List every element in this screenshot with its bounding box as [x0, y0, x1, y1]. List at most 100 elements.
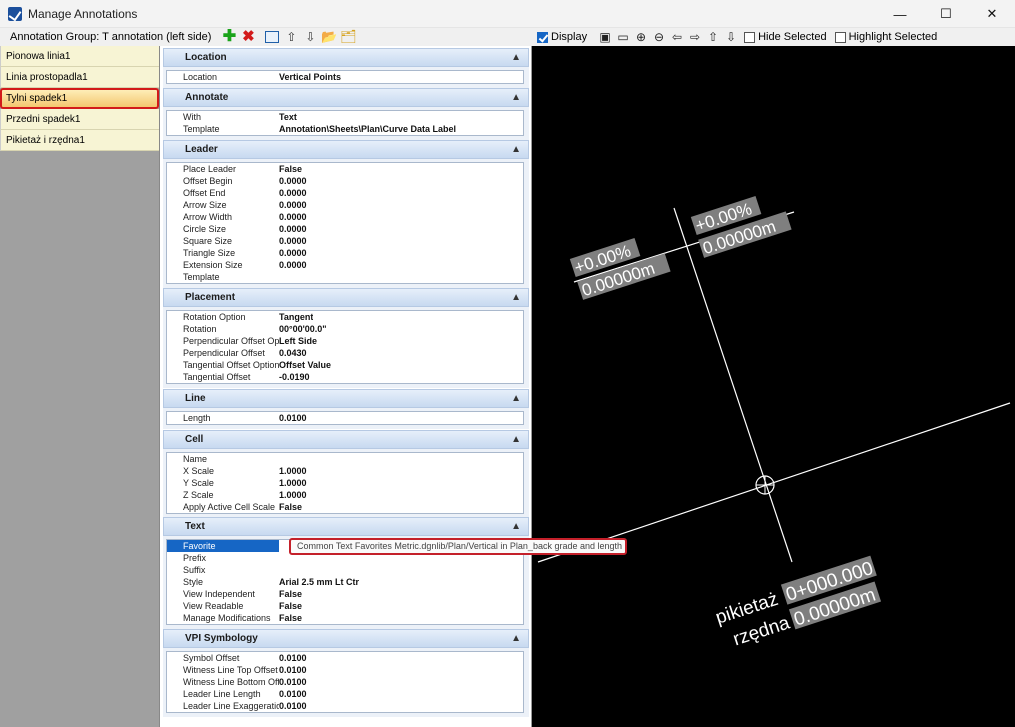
collapse-chevron-icon[interactable]: ▲	[511, 518, 521, 535]
property-value[interactable]: Text	[279, 111, 297, 123]
property-value[interactable]: False	[279, 588, 302, 600]
property-row[interactable]: Leader Line Exaggeration 0.0100	[167, 700, 523, 712]
property-value[interactable]: False	[279, 612, 302, 624]
property-row[interactable]: Leader Line Length 0.0100	[167, 688, 523, 700]
delete-icon[interactable]: ✖	[240, 29, 256, 45]
collapse-chevron-icon[interactable]: ▲	[511, 431, 521, 448]
property-row[interactable]: Style Arial 2.5 mm Lt Ctr	[167, 576, 523, 588]
image-icon[interactable]: ▣	[597, 29, 613, 45]
pan-up-icon[interactable]: ⇧	[705, 29, 721, 45]
pan-down-icon[interactable]: ⇩	[723, 29, 739, 45]
property-row[interactable]: Template Annotation\Sheets\Plan\Curve Dat…	[167, 123, 523, 135]
pan-left-icon[interactable]: ⇦	[669, 29, 685, 45]
property-row[interactable]: Rotation 00°00'00.0"	[167, 323, 523, 335]
property-row[interactable]: Arrow Size 0.0000	[167, 199, 523, 211]
property-value[interactable]: False	[279, 163, 302, 175]
property-row[interactable]: Rotation Option Tangent	[167, 311, 523, 323]
property-value[interactable]: -0.0190	[279, 371, 310, 383]
display-checkbox[interactable]	[537, 31, 548, 43]
property-value[interactable]: 0.0000	[279, 235, 307, 247]
property-row[interactable]: With Text	[167, 111, 523, 123]
property-value[interactable]: 1.0000	[279, 465, 307, 477]
property-row[interactable]: Name	[167, 453, 523, 465]
property-row[interactable]: Z Scale 1.0000	[167, 489, 523, 501]
property-row[interactable]: Circle Size 0.0000	[167, 223, 523, 235]
property-row[interactable]: Witness Line Top Offset 0.0100	[167, 664, 523, 676]
property-value[interactable]: 0.0100	[279, 688, 307, 700]
zoom-in-icon[interactable]: ⊕	[633, 29, 649, 45]
property-value[interactable]: Left Side	[279, 335, 317, 347]
property-row[interactable]: Manage Modifications False	[167, 612, 523, 624]
property-value[interactable]: 0.0100	[279, 664, 307, 676]
property-row[interactable]: Location Vertical Points	[167, 71, 523, 83]
property-value[interactable]: 0.0100	[279, 700, 307, 712]
property-row[interactable]: Triangle Size 0.0000	[167, 247, 523, 259]
collapse-chevron-icon[interactable]: ▲	[511, 141, 521, 158]
property-row[interactable]: Suffix	[167, 564, 523, 576]
property-value[interactable]: 0.0000	[279, 259, 307, 271]
property-value[interactable]: Tangent	[279, 311, 313, 323]
section-header-location[interactable]: Location ▲	[163, 48, 529, 67]
property-row[interactable]: Perpendicular Offset 0.0430	[167, 347, 523, 359]
collapse-chevron-icon[interactable]: ▲	[511, 289, 521, 306]
zoom-out-icon[interactable]: ⊖	[651, 29, 667, 45]
property-row[interactable]: View Readable False	[167, 600, 523, 612]
list-item[interactable]: Pionowa linia1	[0, 46, 159, 67]
list-item-selected[interactable]: Tylni spadek1	[0, 88, 159, 109]
favorite-value-field[interactable]: Common Text Favorites Metric.dgnlib/Plan…	[289, 538, 627, 555]
property-row[interactable]: Perpendicular Offset OptionLeft Side	[167, 335, 523, 347]
hide-selected-checkbox[interactable]	[744, 31, 756, 43]
property-value[interactable]: 1.0000	[279, 477, 307, 489]
minimize-icon[interactable]: —	[877, 0, 923, 28]
list-item[interactable]: Przedni spadek1	[0, 109, 159, 130]
property-value[interactable]: Offset Value	[279, 359, 331, 371]
export-icon[interactable]: 🗂	[340, 29, 357, 45]
property-row[interactable]: Symbol Offset 0.0100	[167, 652, 523, 664]
property-row[interactable]: Extension Size 0.0000	[167, 259, 523, 271]
property-value[interactable]: 0.0000	[279, 199, 307, 211]
property-value[interactable]: 0.0000	[279, 187, 307, 199]
section-header-placement[interactable]: Placement ▲	[163, 288, 529, 307]
list-item[interactable]: Pikietaż i rzędna1	[0, 130, 159, 151]
property-value[interactable]: Vertical Points	[279, 71, 341, 83]
property-value[interactable]: 0.0000	[279, 175, 307, 187]
property-value[interactable]: 0.0000	[279, 211, 307, 223]
property-row[interactable]: Tangential Offset -0.0190	[167, 371, 523, 383]
property-value[interactable]: False	[279, 501, 302, 513]
property-row[interactable]: View Independent False	[167, 588, 523, 600]
property-value[interactable]: Arial 2.5 mm Lt Ctr	[279, 576, 359, 588]
property-value[interactable]: 00°00'00.0"	[279, 323, 327, 335]
window-box-icon[interactable]	[264, 29, 280, 45]
property-row[interactable]: Witness Line Bottom Offset0.0100	[167, 676, 523, 688]
move-up-icon[interactable]: ⇧	[283, 29, 299, 45]
list-item[interactable]: Linia prostopadla1	[0, 67, 159, 88]
property-value[interactable]: 0.0000	[279, 223, 307, 235]
collapse-chevron-icon[interactable]: ▲	[511, 49, 521, 66]
highlight-selected-checkbox[interactable]	[834, 31, 846, 43]
property-row[interactable]: Square Size 0.0000	[167, 235, 523, 247]
maximize-icon[interactable]: ☐	[923, 0, 969, 28]
property-value[interactable]: 0.0430	[279, 347, 307, 359]
section-header-leader[interactable]: Leader ▲	[163, 140, 529, 159]
section-header-text[interactable]: Text ▲	[163, 517, 529, 536]
section-header-vpi-symbology[interactable]: VPI Symbology ▲	[163, 629, 529, 648]
collapse-chevron-icon[interactable]: ▲	[511, 630, 521, 647]
pan-right-icon[interactable]: ⇨	[687, 29, 703, 45]
property-row[interactable]: Length 0.0100	[167, 412, 523, 424]
property-value[interactable]: 0.0000	[279, 247, 307, 259]
property-value[interactable]: Annotation\Sheets\Plan\Curve Data Label	[279, 123, 456, 135]
graphics-view[interactable]: +0.00% 0.00000m +0.00% 0.00000m pikietaż…	[532, 46, 1015, 727]
property-row[interactable]: Y Scale 1.0000	[167, 477, 523, 489]
import-icon[interactable]: 📂	[321, 29, 337, 45]
property-value[interactable]: 0.0100	[279, 676, 307, 688]
collapse-chevron-icon[interactable]: ▲	[511, 89, 521, 106]
section-header-cell[interactable]: Cell ▲	[163, 430, 529, 449]
section-header-line[interactable]: Line ▲	[163, 389, 529, 408]
close-icon[interactable]: ✕	[969, 0, 1015, 28]
property-row[interactable]: Tangential Offset Option Offset Value	[167, 359, 523, 371]
property-row[interactable]: Apply Active Cell Scale False	[167, 501, 523, 513]
property-row[interactable]: Offset Begin 0.0000	[167, 175, 523, 187]
property-row[interactable]: X Scale 1.0000	[167, 465, 523, 477]
property-value[interactable]: 0.0100	[279, 652, 307, 664]
move-down-icon[interactable]: ⇩	[302, 29, 318, 45]
